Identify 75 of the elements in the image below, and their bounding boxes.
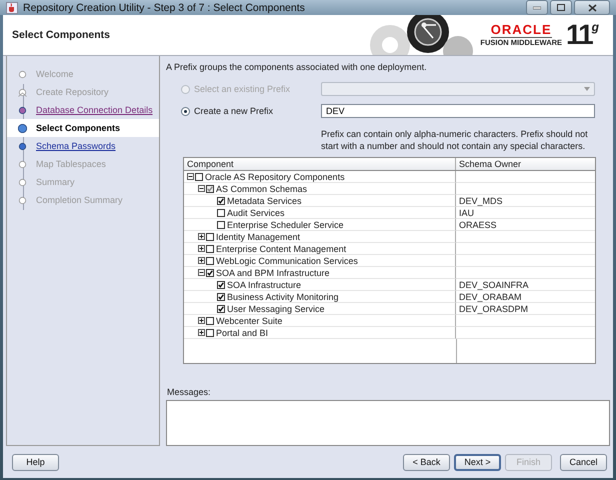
component-name: Webcenter Suite <box>216 314 282 326</box>
component-name: Enterprise Content Management <box>216 242 346 254</box>
component-name: Enterprise Scheduler Service <box>227 218 344 230</box>
step-dot-icon <box>18 160 27 168</box>
wizard-step[interactable]: Database Connection Details <box>7 101 159 119</box>
wizard-button[interactable]: Cancel <box>560 454 607 470</box>
coffee-cup-icon <box>6 2 18 14</box>
expand-icon[interactable] <box>198 329 205 336</box>
caret-icon <box>584 87 590 91</box>
component-name: Metadata Services <box>227 194 302 206</box>
component-name: User Messaging Service <box>227 302 325 314</box>
brand-logo: ORACLE <box>490 22 552 38</box>
component-name: Audit Services <box>227 206 285 218</box>
schema-owner: DEV_ORASDPM <box>459 302 528 314</box>
component-name: Identity Management <box>216 230 300 242</box>
expand-icon[interactable] <box>198 245 205 252</box>
close-icon <box>588 4 596 12</box>
checkbox[interactable] <box>195 172 203 180</box>
component-name: SOA and BPM Infrastructure <box>216 266 330 278</box>
schema-owner: DEV_MDS <box>459 194 503 206</box>
component-name: Oracle AS Repository Components <box>205 170 345 182</box>
expand-icon[interactable] <box>198 257 205 264</box>
step-dot-icon <box>18 196 27 204</box>
version-logo: 11$^{g}$ <box>566 21 599 49</box>
checkbox[interactable] <box>206 232 214 240</box>
schema-owner: ORAESS <box>459 218 497 230</box>
help-button[interactable]: Help <box>12 454 59 470</box>
expand-icon[interactable] <box>198 233 205 240</box>
checkbox[interactable] <box>206 328 214 336</box>
wizard-step[interactable]: Select Components <box>7 119 159 137</box>
radio-option[interactable]: Create a new Prefix <box>181 106 321 116</box>
intro-text: A Prefix groups the components associated with one deployment. <box>166 62 428 72</box>
wizard-button[interactable]: Next > <box>454 454 501 470</box>
close-button[interactable] <box>574 0 610 15</box>
component-name: Business Activity Monitoring <box>227 290 339 302</box>
step-dot-icon <box>18 178 27 186</box>
checkbox[interactable] <box>206 268 214 276</box>
schema-owner: DEV_SOAINFRA <box>459 278 529 290</box>
minimize-icon <box>533 6 541 10</box>
maximize-icon <box>557 4 565 11</box>
checkbox[interactable] <box>206 244 214 252</box>
branch-step-icon <box>18 88 27 96</box>
page-title: Select Components <box>12 29 112 41</box>
checkbox[interactable] <box>206 256 214 264</box>
minimize-button[interactable] <box>526 0 548 15</box>
step-dot-icon <box>18 106 27 114</box>
prefix-hint: Prefix can contain only alpha-numeric characters. Prefix should not start with a number and should not contain any special characters. <box>321 128 589 152</box>
prefix-field[interactable]: DEV <box>321 104 595 118</box>
component-name: SOA Infrastructure <box>227 278 302 290</box>
checkbox[interactable] <box>206 184 214 192</box>
checkbox[interactable] <box>217 280 225 288</box>
collapse-icon[interactable] <box>198 269 205 276</box>
checkbox[interactable] <box>206 316 214 324</box>
wizard-step[interactable]: Schema Passwords <box>7 137 159 155</box>
checkbox[interactable] <box>217 220 225 228</box>
expand-icon[interactable] <box>198 317 205 324</box>
maximize-button[interactable] <box>550 0 572 15</box>
step-dot-icon <box>18 142 27 150</box>
step-dot-icon <box>18 70 27 78</box>
column-header[interactable]: Schema Owner <box>456 158 595 170</box>
checkbox[interactable] <box>217 292 225 300</box>
checkbox[interactable] <box>217 304 225 312</box>
component-name: WebLogic Communication Services <box>216 254 358 266</box>
collapse-icon[interactable] <box>187 173 194 180</box>
checkbox[interactable] <box>217 208 225 216</box>
component-name: Portal and BI <box>216 326 268 338</box>
component-name: AS Common Schemas <box>216 182 308 194</box>
column-header[interactable]: Component <box>184 158 456 170</box>
schema-owner: DEV_ORABAM <box>459 290 522 302</box>
schema-owner: IAU <box>459 206 474 218</box>
checkbox[interactable] <box>217 196 225 204</box>
window-title: Repository Creation Utility - Step 3 of 7 : Select Components <box>23 2 306 14</box>
wizard-button[interactable]: < Back <box>403 454 450 470</box>
messages-label: Messages: <box>167 387 212 397</box>
collapse-icon[interactable] <box>198 185 205 192</box>
